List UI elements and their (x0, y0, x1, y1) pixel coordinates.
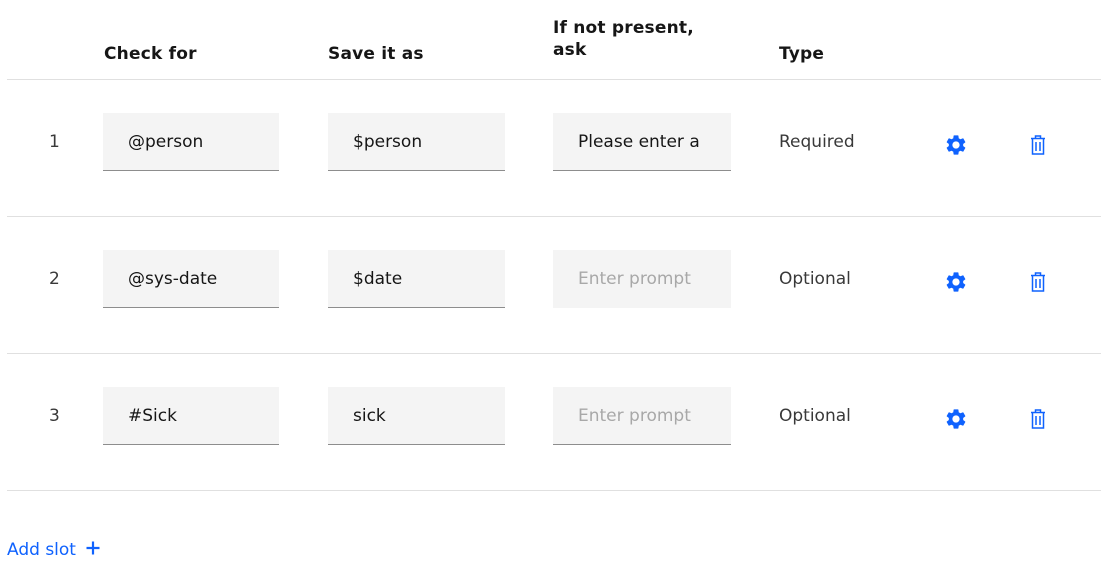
save-as-input[interactable]: $date (328, 250, 505, 308)
save-as-input[interactable]: $person (328, 113, 505, 171)
row-number: 3 (49, 406, 60, 426)
gear-icon[interactable] (942, 405, 970, 433)
header-if-not-present-line2: ask (553, 40, 587, 60)
row-divider (7, 353, 1101, 354)
add-slot-label: Add slot (7, 540, 76, 560)
trash-icon[interactable] (1024, 131, 1052, 159)
slot-type: Optional (779, 406, 851, 426)
trash-icon[interactable] (1024, 268, 1052, 296)
gear-icon[interactable] (942, 268, 970, 296)
save-as-input[interactable]: sick (328, 387, 505, 445)
add-slot-button[interactable]: Add slot (7, 540, 100, 560)
check-for-input[interactable]: @person (103, 113, 279, 171)
header-check-for: Check for (104, 44, 197, 64)
plus-icon (86, 540, 100, 560)
gear-icon[interactable] (942, 131, 970, 159)
header-divider (7, 79, 1101, 80)
header-save-it-as: Save it as (328, 44, 424, 64)
check-for-input[interactable]: #Sick (103, 387, 279, 445)
prompt-input[interactable]: Please enter a (553, 113, 731, 171)
header-type: Type (779, 44, 825, 64)
slot-type: Required (779, 132, 855, 152)
slot-type: Optional (779, 269, 851, 289)
row-divider (7, 490, 1101, 491)
header-if-not-present-line1: If not present, (553, 18, 694, 38)
header-if-not-present: If not present, ask (553, 17, 694, 61)
trash-icon[interactable] (1024, 405, 1052, 433)
prompt-input[interactable]: Enter prompt (553, 250, 731, 308)
row-divider (7, 216, 1101, 217)
check-for-input[interactable]: @sys-date (103, 250, 279, 308)
row-number: 1 (49, 132, 60, 152)
row-number: 2 (49, 269, 60, 289)
prompt-input[interactable]: Enter prompt (553, 387, 731, 445)
